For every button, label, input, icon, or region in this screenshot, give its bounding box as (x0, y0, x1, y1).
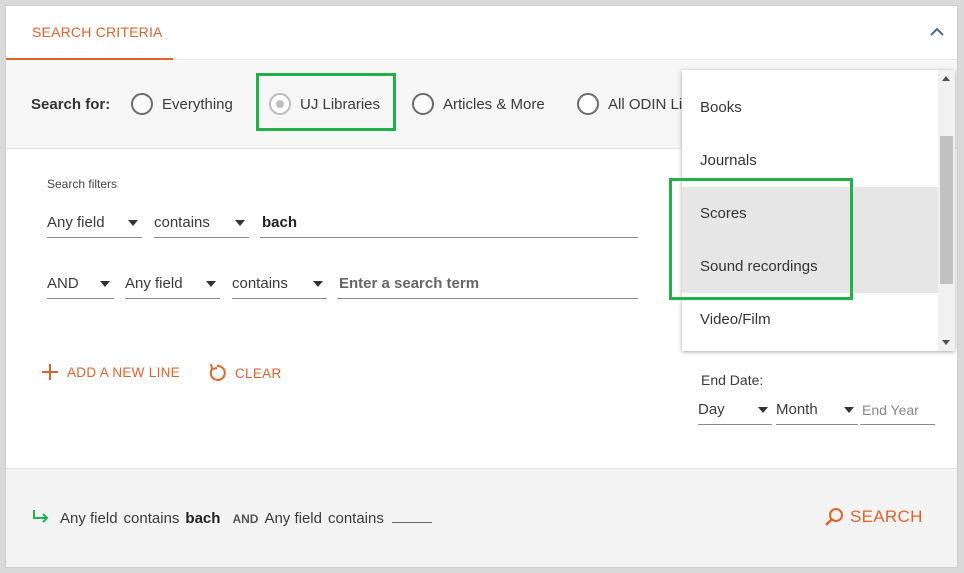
summary-cond2: contains (327, 510, 384, 527)
scroll-up-arrow-icon[interactable] (942, 76, 950, 81)
tab-search-criteria[interactable]: SEARCH CRITERIA (6, 6, 173, 60)
search-button[interactable]: SEARCH (824, 507, 923, 527)
radio-circle (412, 93, 434, 115)
clear-label: CLEAR (235, 365, 282, 381)
condition-select-row1[interactable]: contains (154, 208, 249, 238)
highlight-box-uj-libraries (256, 73, 396, 131)
summary-field1: Any field (60, 510, 118, 527)
reset-icon (209, 363, 226, 381)
chevron-up-icon (930, 27, 944, 36)
radio-articles-more[interactable]: Articles & More (412, 92, 545, 116)
collapse-button[interactable] (927, 22, 947, 42)
summary-field2: Any field (264, 510, 322, 527)
highlight-box-scores-sound (669, 178, 853, 300)
end-day-select[interactable]: Day (698, 395, 772, 425)
radio-everything[interactable]: Everything (131, 92, 233, 116)
summary-value1: bach (185, 510, 221, 527)
caret-down-icon (758, 406, 768, 413)
add-new-line-button[interactable]: ADD A NEW LINE (41, 363, 180, 381)
radio-all-odin[interactable]: All ODIN Li (577, 92, 682, 116)
search-label: SEARCH (850, 507, 923, 526)
select-value: contains (154, 214, 210, 231)
dropdown-option-video-film[interactable]: Video/Film (682, 293, 938, 346)
summary-cond1: contains (123, 510, 180, 527)
select-value: contains (232, 275, 288, 292)
scroll-thumb[interactable] (940, 136, 953, 284)
caret-down-icon (235, 219, 245, 226)
select-value: AND (47, 275, 79, 292)
caret-down-icon (844, 406, 854, 413)
search-term-input-row1[interactable]: bach (260, 208, 638, 238)
radio-label: Everything (162, 95, 233, 113)
search-term-input-row2[interactable]: Enter a search term (337, 269, 638, 299)
end-month-select[interactable]: Month (776, 395, 858, 425)
query-summary: Any field contains bach AND Any field co… (32, 509, 438, 527)
end-year-input[interactable]: End Year (860, 395, 935, 425)
search-for-label: Search for: (31, 96, 111, 113)
dropdown-option-books[interactable]: Books (682, 81, 938, 134)
return-arrow-icon (33, 510, 49, 523)
radio-circle (577, 93, 599, 115)
add-new-line-label: ADD A NEW LINE (67, 364, 180, 380)
caret-down-icon (128, 219, 138, 226)
field-select-row2[interactable]: Any field (125, 269, 220, 299)
field-select-row1[interactable]: Any field (47, 208, 142, 238)
scroll-down-arrow-icon[interactable] (942, 340, 950, 345)
caret-down-icon (313, 280, 323, 287)
plus-icon (42, 364, 58, 380)
search-icon (825, 508, 843, 526)
select-value: Any field (47, 214, 105, 231)
end-date-label: End Date: (701, 372, 764, 388)
query-summary-footer: Any field contains bach AND Any field co… (6, 468, 957, 567)
summary-operator: AND (232, 512, 259, 526)
radio-label: Articles & More (443, 95, 545, 113)
summary-empty-term (391, 509, 432, 523)
caret-down-icon (100, 280, 110, 287)
radio-circle (131, 93, 153, 115)
search-criteria-panel: SEARCH CRITERIA Search for: Everything U… (5, 5, 958, 568)
dropdown-scrollbar[interactable] (938, 70, 955, 351)
clear-button[interactable]: CLEAR (207, 363, 282, 383)
select-value: Month (776, 401, 818, 418)
operator-select-row2[interactable]: AND (47, 269, 114, 299)
condition-select-row2[interactable]: contains (232, 269, 327, 299)
search-filters-title: Search filters (47, 177, 118, 191)
panel-header: SEARCH CRITERIA (6, 6, 957, 60)
select-value: Day (698, 401, 725, 418)
caret-down-icon (206, 280, 216, 287)
select-value: Any field (125, 275, 183, 292)
radio-label: All ODIN Li (608, 95, 683, 113)
